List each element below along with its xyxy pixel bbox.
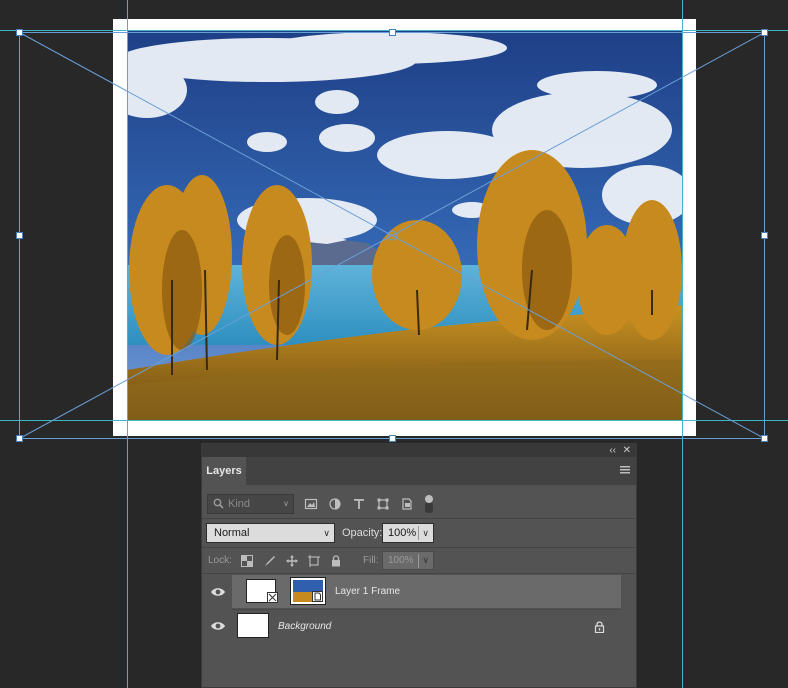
transform-handle-top-left[interactable] [16, 29, 23, 36]
chevron-down-icon: ∨ [323, 528, 330, 538]
chevron-down-icon: ∨ [283, 499, 289, 508]
transform-handle-top-right[interactable] [761, 29, 768, 36]
collapse-panel-icon[interactable]: ‹‹ [609, 444, 616, 457]
lock-transparent-pixels-icon[interactable] [240, 554, 254, 568]
blend-mode-value: Normal [214, 527, 250, 539]
pixel-layer-filter-icon[interactable] [304, 497, 318, 511]
tab-layers[interactable]: Layers [202, 457, 246, 485]
background-thumbnail [237, 613, 269, 638]
shape-layer-filter-icon[interactable] [376, 497, 390, 511]
lock-icon [594, 621, 605, 633]
chevron-down-icon: ∨ [422, 528, 429, 538]
opacity-value: 100% [388, 527, 417, 539]
transform-handle-right[interactable] [761, 232, 768, 239]
close-icon[interactable]: ✕ [623, 444, 631, 457]
fill-value: 100% [388, 555, 414, 566]
layer-name: Layer 1 Frame [335, 586, 401, 597]
filter-toggle-icon[interactable] [422, 494, 436, 514]
lock-all-icon[interactable] [329, 554, 343, 568]
adjustment-layer-filter-icon[interactable] [328, 497, 342, 511]
layer-row-background[interactable]: Background [232, 609, 621, 643]
search-icon [213, 498, 224, 509]
lock-label: Lock: [208, 555, 232, 566]
type-layer-filter-icon[interactable] [352, 497, 366, 511]
fill-field[interactable]: 100% ∨ [382, 551, 434, 570]
layer-name: Background [278, 621, 332, 632]
panel-titlebar: ‹‹ ✕ [202, 444, 636, 457]
transform-handle-bottom[interactable] [389, 435, 396, 442]
eye-icon[interactable] [210, 586, 226, 598]
prevent-autonest-icon[interactable] [307, 554, 321, 568]
kind-filter-label: Kind [228, 498, 251, 510]
eye-icon[interactable] [210, 620, 226, 632]
opacity-label: Opacity: [342, 527, 383, 539]
smart-object-filter-icon[interactable] [400, 497, 414, 511]
frame-photo[interactable] [127, 30, 682, 420]
layers-panel: ‹‹ ✕ Layers Kind ∨ Normal ∨ Opacity: 100… [201, 443, 637, 688]
transform-handle-top[interactable] [389, 29, 396, 36]
transform-handle-bottom-right[interactable] [761, 435, 768, 442]
layer-row-layer1-frame[interactable]: Layer 1 Frame [232, 575, 621, 608]
panel-menu-icon[interactable] [620, 466, 630, 474]
panel-tab-bar: Layers [202, 457, 636, 485]
blend-mode-select[interactable]: Normal ∨ [206, 523, 335, 543]
chevron-down-icon: ∨ [422, 555, 429, 565]
lock-image-pixels-icon[interactable] [263, 554, 277, 568]
transform-handle-bottom-left[interactable] [16, 435, 23, 442]
smart-object-badge-icon [312, 591, 323, 602]
frame-badge-icon [267, 592, 278, 603]
layer-kind-filter[interactable]: Kind ∨ [207, 494, 294, 514]
opacity-field[interactable]: 100% ∨ [382, 523, 434, 543]
fill-label: Fill: [363, 555, 379, 566]
lock-position-icon[interactable] [285, 554, 299, 568]
transform-handle-left[interactable] [16, 232, 23, 239]
